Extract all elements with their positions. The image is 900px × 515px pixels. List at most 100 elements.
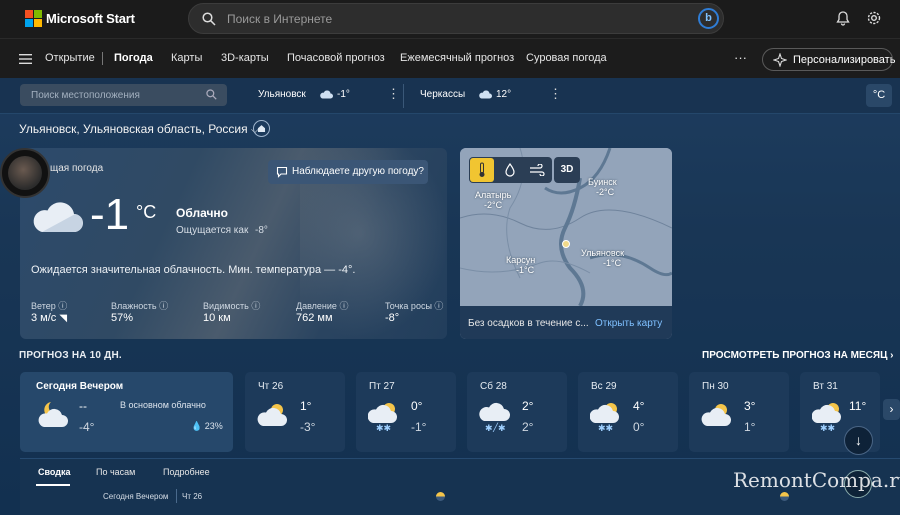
nav-item-3d-maps[interactable]: 3D-карты — [221, 52, 269, 64]
forecast-high: 0° — [411, 399, 423, 413]
feels-like-value: -8° — [255, 225, 268, 236]
current-weather-card: щая погода Наблюдаете другую погоду? -1 … — [20, 148, 447, 339]
stat-value-pressure: 762 мм — [296, 312, 333, 324]
nav-item-discover[interactable]: Открытие — [45, 52, 95, 64]
avatar-image — [8, 156, 42, 190]
forecast-card-today[interactable]: Сегодня Вечером -- -4° В основном облачн… — [20, 372, 233, 452]
forecast-day-name: Пн 30 — [702, 381, 729, 392]
nav-item-severe[interactable]: Суровая погода — [526, 52, 607, 64]
forecast-day-name: Вс 29 — [591, 381, 617, 392]
tab-hourly[interactable]: По часам — [96, 467, 135, 477]
timeline-divider — [176, 489, 177, 503]
stat-label-visibility[interactable]: Видимость ⓘ — [203, 299, 260, 312]
search-placeholder[interactable]: Поиск в Интернете — [227, 12, 332, 26]
moon-cloud-icon — [38, 402, 68, 427]
report-weather-label: Наблюдаете другую погоду? — [292, 166, 424, 177]
cloud-icon — [33, 202, 83, 232]
gear-icon[interactable] — [866, 10, 882, 26]
nav-item-monthly[interactable]: Ежемесячный прогноз — [400, 52, 514, 64]
weather-map-card[interactable]: 3D Алатырь -2°C Буинск -2°C Карсун -1°C Уль… — [460, 148, 672, 339]
location-title[interactable]: Ульяновск, Ульяновская область, Россия ⌵ — [19, 122, 259, 136]
temperature-layer-button[interactable] — [470, 158, 494, 182]
feels-like-label: Ощущается как — [176, 225, 249, 236]
map-3d-button[interactable]: 3D — [554, 157, 580, 183]
nav-item-hourly[interactable]: Почасовой прогноз — [287, 52, 385, 64]
forecast-day-name: Сб 28 — [480, 381, 507, 392]
more-menu-icon[interactable]: ··· — [734, 50, 747, 65]
snow-sun-icon: ✱✱ — [812, 403, 841, 432]
sun-cloud-icon — [701, 404, 731, 426]
cloud-icon — [479, 90, 492, 99]
avatar[interactable] — [0, 148, 50, 198]
forecast-card[interactable]: Пн 30 3° 1° — [689, 372, 789, 452]
current-condition: Облачно — [176, 206, 228, 220]
temperature-unit: °C — [136, 202, 157, 222]
svg-text:✱✱: ✱✱ — [598, 423, 613, 432]
watermark-text: RemontCompa.ru — [733, 468, 900, 492]
tab-summary[interactable]: Сводка — [38, 467, 71, 477]
forecast-title: ПРОГНОЗ НА 10 ДН. — [19, 350, 122, 361]
search-box[interactable]: Поиск в Интернете b — [188, 3, 724, 34]
droplet-icon: 💧 — [191, 421, 203, 431]
current-temperature: -1 — [90, 190, 130, 239]
map-city-label: Алатырь -2°C — [475, 190, 512, 210]
nav-item-weather[interactable]: Погода — [114, 52, 153, 64]
forecast-high: -- — [79, 399, 87, 413]
wind-icon[interactable] — [529, 164, 545, 176]
bell-icon[interactable] — [835, 10, 851, 26]
tab-details[interactable]: Подробнее — [163, 467, 210, 477]
microsoft-logo-icon[interactable] — [25, 10, 42, 27]
location-bar: Поиск местоположения Ульяновск -1° ⋮ Чер… — [0, 78, 900, 114]
forecast-card[interactable]: Вс 29 ✱✱ 4° 0° — [578, 372, 678, 452]
open-map-link[interactable]: Открыть карту — [595, 318, 662, 329]
city-options-icon[interactable]: ⋮ — [549, 87, 562, 100]
svg-text:✱✱: ✱✱ — [820, 423, 835, 432]
forecast-high: 1° — [300, 399, 312, 413]
forecast-day-name: Чт 26 — [258, 381, 284, 392]
stat-value-dew-point: -8° — [385, 312, 400, 324]
forecast-card[interactable]: Пт 27 ✱✱ 0° -1° — [356, 372, 456, 452]
location-search-input[interactable]: Поиск местоположения — [20, 84, 227, 106]
forecast-high: 2° — [522, 399, 534, 413]
saved-city-temp: 12° — [496, 89, 512, 100]
report-weather-button[interactable]: Наблюдаете другую погоду? — [268, 160, 428, 184]
city-separator — [403, 84, 404, 108]
forecast-day-name: Сегодня Вечером — [36, 381, 124, 392]
forecast-card[interactable]: Чт 26 1° -3° — [245, 372, 345, 452]
city-options-icon[interactable]: ⋮ — [387, 87, 400, 100]
hamburger-menu-icon[interactable] — [19, 54, 32, 64]
nav-item-maps[interactable]: Карты — [171, 52, 202, 64]
monthly-forecast-link[interactable]: ПРОСМОТРЕТЬ ПРОГНОЗ НА МЕСЯЦ › — [702, 350, 893, 361]
stat-label-pressure[interactable]: Давление ⓘ — [296, 299, 348, 312]
thermometer-icon — [479, 162, 485, 177]
map-layer-toolbar — [469, 157, 552, 183]
bing-icon[interactable]: b — [698, 8, 719, 29]
stat-value-visibility: 10 км — [203, 312, 231, 324]
next-days-chevron-icon[interactable]: › — [883, 399, 900, 420]
stat-value-wind: 3 м/с ◥ — [31, 312, 68, 324]
stat-label-wind[interactable]: Ветер ⓘ — [31, 299, 67, 312]
scroll-down-arrow-icon[interactable]: ↓ — [844, 426, 873, 455]
forecast-low: 0° — [633, 420, 645, 434]
stat-label-dew-point[interactable]: Точка росы ⓘ — [385, 299, 443, 312]
precipitation-icon[interactable] — [505, 163, 515, 177]
forecast-low: -3° — [300, 420, 316, 434]
forecast-card[interactable]: Сб 28 ✱╱✱ 2° 2° — [467, 372, 567, 452]
forecast-high: 11° — [849, 399, 867, 413]
saved-city-name[interactable]: Черкассы — [420, 89, 465, 100]
forecast-low: 2° — [522, 420, 534, 434]
forecast-high: 3° — [744, 399, 756, 413]
sunrise-icon — [436, 492, 445, 501]
stat-label-humidity[interactable]: Влажность ⓘ — [111, 299, 168, 312]
saved-city-name[interactable]: Ульяновск — [258, 89, 306, 100]
home-icon[interactable] — [253, 120, 270, 137]
brand-name[interactable]: Microsoft Start — [46, 11, 135, 26]
sun-cloud-icon — [257, 404, 287, 426]
unit-toggle-button[interactable]: °C — [866, 84, 892, 107]
forecast-high: 4° — [633, 399, 645, 413]
personalize-button[interactable]: Персонализировать — [762, 48, 895, 71]
cloud-icon — [320, 90, 333, 99]
map-footer: Без осадков в течение с... Открыть карту — [460, 306, 672, 339]
svg-text:✱╱✱: ✱╱✱ — [485, 422, 506, 432]
sunset-icon — [780, 492, 789, 501]
